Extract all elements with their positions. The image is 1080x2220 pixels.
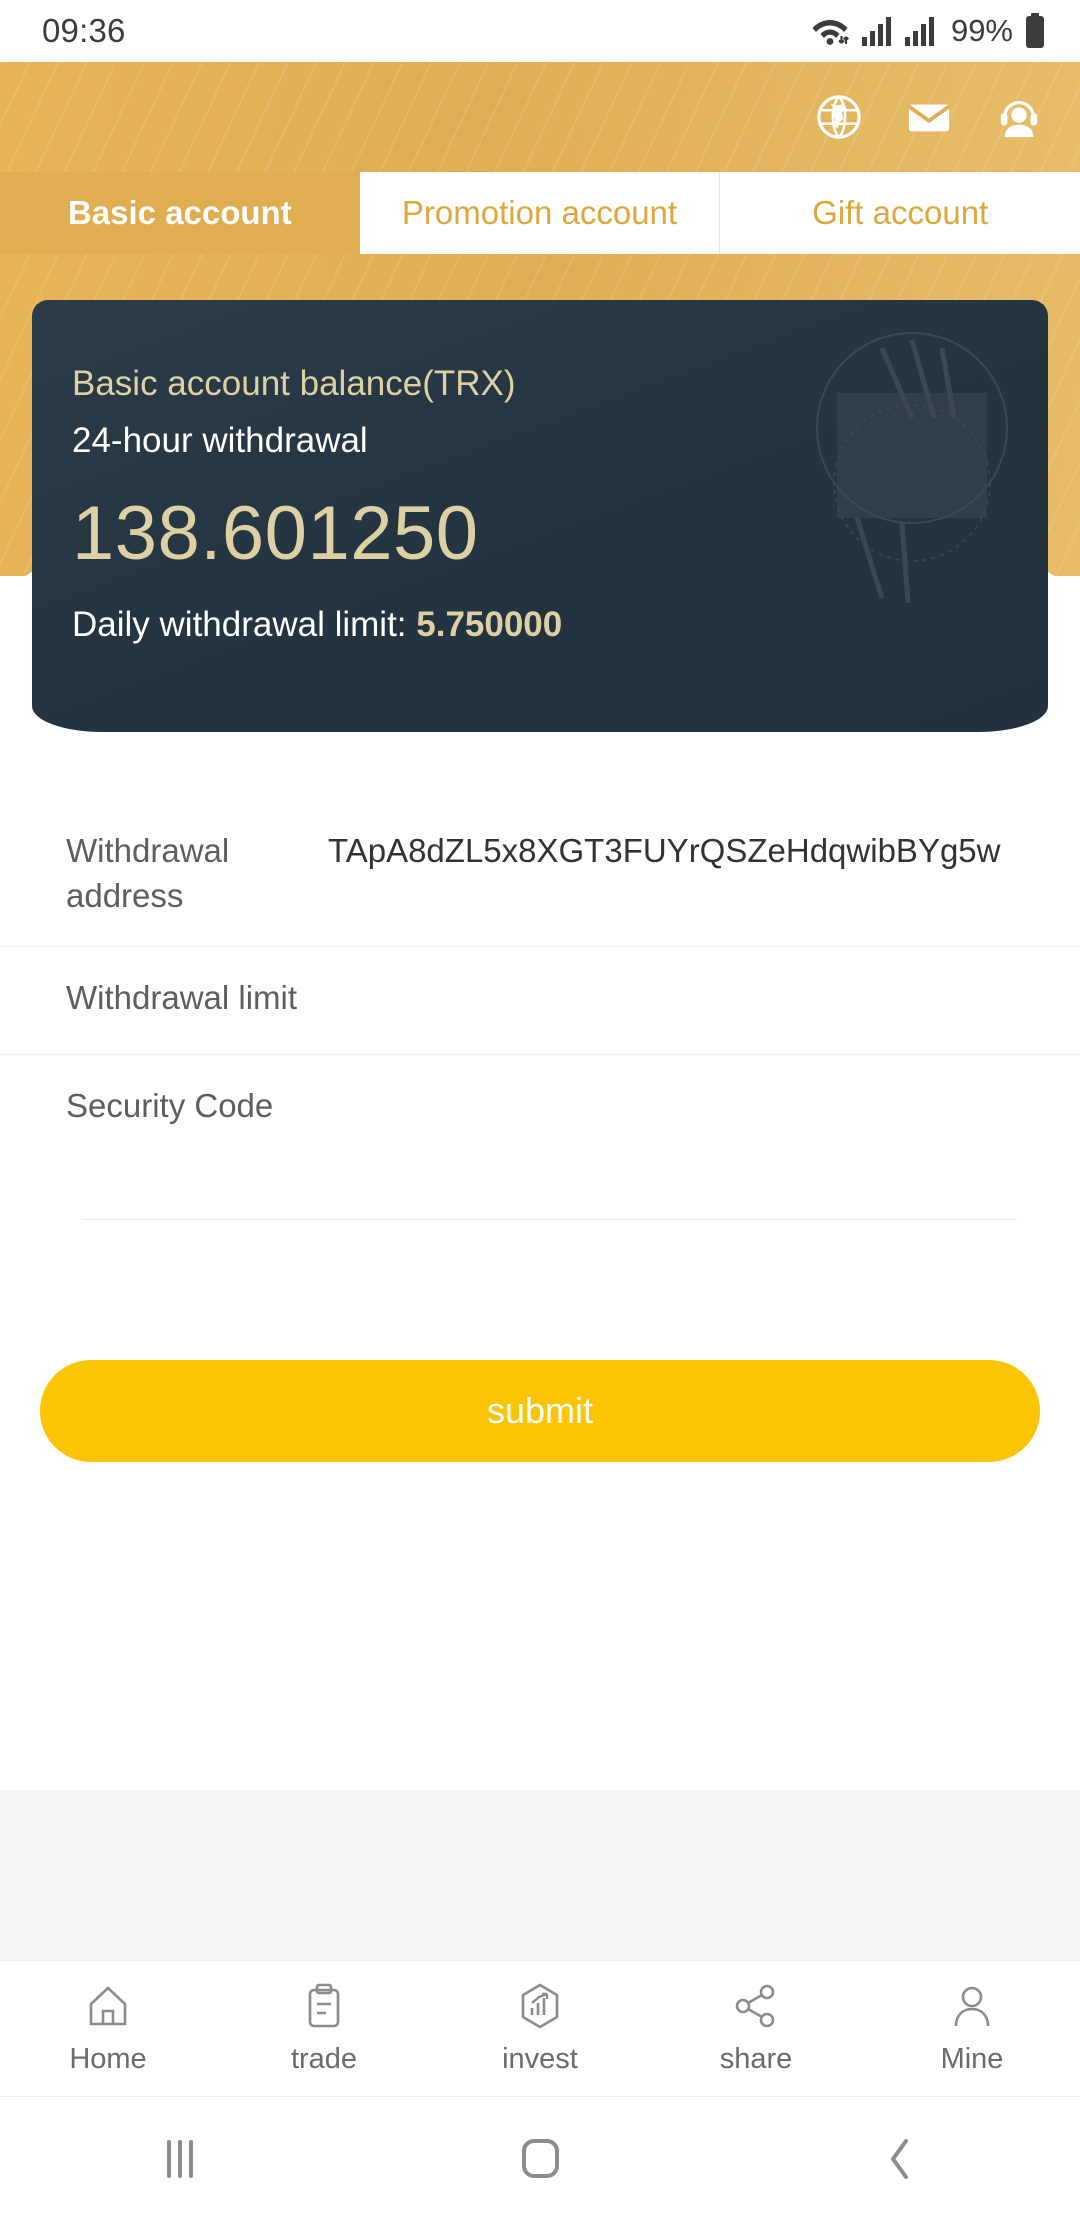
recents-button[interactable] (0, 2139, 360, 2178)
nav-label: invest (502, 2042, 578, 2075)
submit-button[interactable]: submit (40, 1360, 1040, 1462)
status-icons: 99% (810, 13, 1046, 49)
nav-label: trade (290, 2042, 358, 2075)
nav-label: Home (69, 2042, 147, 2075)
signal-icon (904, 17, 934, 46)
headset-icon[interactable] (996, 94, 1042, 140)
account-tabs: Basic account Promotion account Gift acc… (0, 172, 1080, 254)
daily-limit-label: Daily withdrawal limit: (72, 605, 417, 645)
nav-item-mine[interactable]: Mine (864, 1982, 1080, 2076)
clipboard-icon (308, 1983, 340, 2027)
daily-limit-value: 5.750000 (416, 605, 563, 645)
nav-item-invest[interactable]: invest (432, 1982, 648, 2076)
battery-icon (1026, 13, 1044, 48)
chart-hexagon-icon (521, 1983, 559, 2028)
bottom-navigation: Home trade invest share Mine (0, 1960, 1080, 2096)
status-bar: 09:36 99% (0, 0, 1080, 62)
tab-label: Promotion account (401, 194, 678, 231)
withdrawal-form: Withdrawal address TApA8dZL5x8XGT3FUYrQS… (0, 800, 1080, 1221)
back-button[interactable] (720, 2137, 1080, 2181)
android-system-nav (0, 2096, 1080, 2220)
tab-label: Basic account (67, 194, 292, 231)
back-chevron-icon (891, 2138, 908, 2179)
withdrawal-limit-input[interactable] (328, 947, 1018, 1042)
nav-label: share (719, 2042, 793, 2075)
field-withdrawal-limit[interactable]: Withdrawal limit (0, 947, 1080, 1056)
balance-amount: 138.601250 (72, 491, 479, 577)
field-label: Withdrawal address (66, 832, 230, 915)
tab-gift-account[interactable]: Gift account (720, 172, 1080, 254)
balance-card-subtitle: 24-hour withdrawal (72, 420, 368, 460)
nav-item-home[interactable]: Home (0, 1982, 216, 2076)
signal-icon (861, 17, 891, 46)
field-label: Security Code (66, 1087, 274, 1125)
security-code-input[interactable] (82, 1163, 1018, 1221)
nav-label: Mine (940, 2042, 1004, 2075)
globe-icon[interactable] (816, 94, 862, 140)
envelope-icon[interactable] (906, 94, 952, 140)
app-header (0, 62, 1080, 172)
nav-item-trade[interactable]: trade (216, 1982, 432, 2076)
daily-limit-row: Daily withdrawal limit: 5.750000 (72, 605, 1048, 645)
field-security-code[interactable]: Security Code (0, 1055, 1080, 1163)
home-icon (89, 1986, 127, 2025)
field-label: Withdrawal limit (66, 979, 298, 1017)
tab-basic-account[interactable]: Basic account (0, 172, 360, 254)
recents-icon (167, 2139, 193, 2178)
wifi-icon (812, 20, 849, 45)
share-nodes-icon (735, 1984, 775, 2027)
person-icon (954, 1986, 990, 2026)
battery-percent: 99% (950, 13, 1013, 48)
submit-container: submit (0, 1360, 1080, 1462)
home-square-icon (521, 2139, 559, 2178)
status-time: 09:36 (42, 12, 126, 49)
balance-card: Basic account balance(TRX) 24-hour withd… (32, 300, 1048, 732)
field-withdrawal-address: Withdrawal address TApA8dZL5x8XGT3FUYrQS… (0, 800, 1080, 948)
balance-card-title: Basic account balance(TRX) (72, 364, 516, 403)
tab-label: Gift account (812, 194, 989, 231)
tab-promotion-account[interactable]: Promotion account (359, 172, 721, 254)
security-code-input-row[interactable] (0, 1163, 1080, 1221)
nav-item-share[interactable]: share (648, 1982, 864, 2076)
withdrawal-address-value: TApA8dZL5x8XGT3FUYrQSZeHdqwibBYg5w (328, 832, 1001, 869)
home-button[interactable] (360, 2139, 720, 2178)
app-root: 09:36 99% Basic account Promotion accoun… (0, 0, 1080, 2220)
content-filler (0, 1790, 1080, 1980)
